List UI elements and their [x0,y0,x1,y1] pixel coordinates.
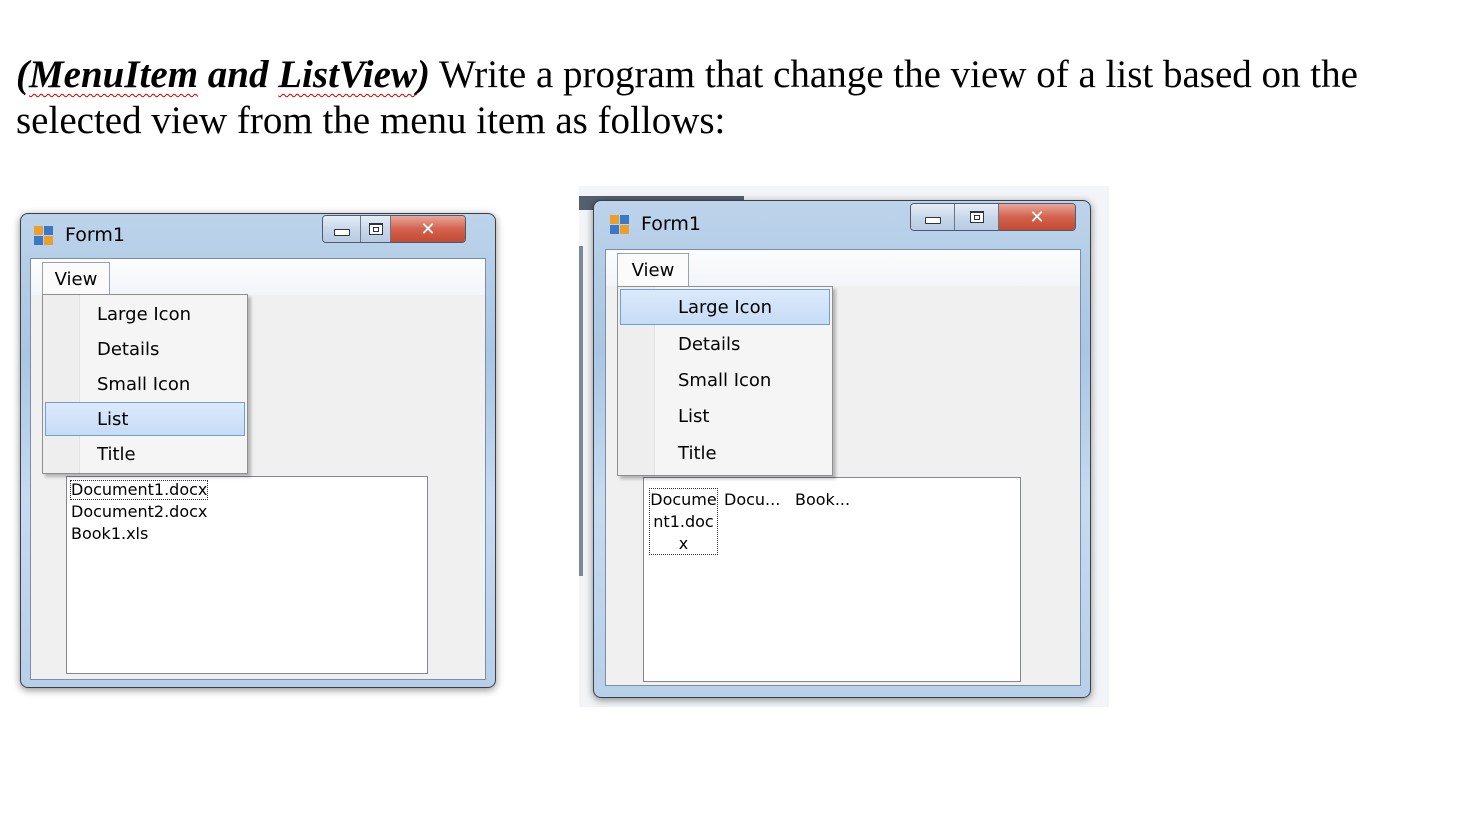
heading-and: and [198,53,279,96]
view-dropdown-menu: Large Icon Details Small Icon List Title [617,286,833,476]
close-icon: ✕ [420,218,436,240]
menu-item-list[interactable]: List [45,402,245,436]
list-item-line: nt1.doc [653,512,714,531]
menu-item-small-icon[interactable]: Small Icon [620,362,830,398]
close-button[interactable]: ✕ [999,204,1075,230]
heading-listview-term: ListView [278,53,417,96]
exercise-heading: (MenuItem and ListView) Write a program … [16,52,1446,144]
close-icon: ✕ [1029,206,1045,228]
list-view[interactable]: Docume nt1.doc x Docu... Book... [643,477,1021,682]
menu-item-list[interactable]: List [620,398,830,434]
menu-item-large-icon[interactable]: Large Icon [620,289,830,325]
list-item[interactable]: Book1.xls [71,524,148,544]
menu-item-small-icon[interactable]: Small Icon [45,367,245,401]
menu-view[interactable]: View [617,253,689,287]
list-item-large-icon[interactable]: Book... [795,490,850,510]
view-dropdown-menu: Large Icon Details Small Icon List Title [42,294,248,474]
caption-buttons: ✕ [322,215,466,243]
menu-item-details[interactable]: Details [620,326,830,362]
menu-item-title[interactable]: Title [45,437,245,471]
heading-paren-close: ) [416,53,430,96]
list-view[interactable]: Document1.docx Document2.docx Book1.xls [66,476,428,674]
minimize-button[interactable] [323,216,361,242]
list-item[interactable]: Document1.docx [70,480,209,500]
list-item-large-icon[interactable]: Docu... [724,490,780,510]
screenshot-list-view: Form1 ✕ Document1.docx Document2.docx Bo… [18,210,498,690]
list-item[interactable]: Document2.docx [71,502,207,522]
minimize-icon [924,216,941,224]
caption-buttons: ✕ [910,203,1076,231]
heading-menuitem-term: MenuItem [29,53,199,96]
menu-item-large-icon[interactable]: Large Icon [45,297,245,331]
heading-paren-open: ( [16,53,29,96]
window-title: Form1 [641,213,701,235]
app-icon [34,226,54,246]
background-window-edge-left [579,246,583,576]
heading-lead: (MenuItem and ListView) [16,53,430,96]
minimize-icon [333,228,350,236]
window-title: Form1 [65,224,125,246]
maximize-icon [368,223,383,235]
maximize-button[interactable] [955,204,999,230]
screenshot-large-icon-view: Form1 ✕ Docume nt1.doc x Docu... Book...… [579,186,1109,707]
menu-item-details[interactable]: Details [45,332,245,366]
maximize-button[interactable] [361,216,391,242]
menu-view[interactable]: View [42,262,110,296]
maximize-icon [969,211,984,223]
close-button[interactable]: ✕ [391,216,465,242]
list-item-line: Docume [650,490,717,509]
minimize-button[interactable] [911,204,955,230]
list-item-large-icon[interactable]: Docume nt1.doc x [649,488,718,555]
list-item-line: x [678,534,689,553]
menu-item-title[interactable]: Title [620,435,830,471]
app-icon [610,215,630,235]
